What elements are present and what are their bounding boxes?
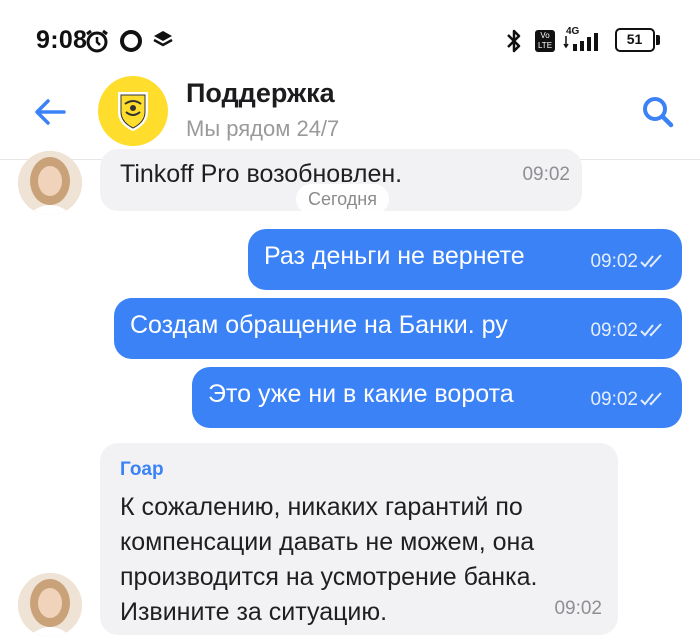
layers-icon — [153, 31, 173, 47]
message-line: К сожалению, никаких гарантий по — [120, 493, 523, 521]
message-bubble-outgoing[interactable]: Это уже ни в какие ворота 09:02 — [192, 367, 682, 428]
battery-tip — [656, 35, 660, 45]
agent-photo — [18, 573, 82, 637]
message-time: 09:02 — [590, 320, 638, 341]
message-text: Создам обращение на Банки. ру — [130, 311, 508, 339]
bluetooth-icon — [507, 29, 521, 53]
message-list[interactable]: Tinkoff Pro возобновлен. 09:02 Сегодня Р… — [0, 149, 700, 644]
chat-header: Поддержка Мы рядом 24/7 — [0, 70, 700, 160]
support-avatar[interactable] — [98, 76, 168, 146]
status-bar: 9:08 Vo LTE 4G 51 — [0, 0, 700, 70]
search-icon[interactable] — [638, 92, 678, 132]
read-check-icon — [640, 392, 662, 406]
chat-subtitle: Мы рядом 24/7 — [186, 116, 340, 141]
read-check-icon — [640, 254, 662, 268]
message-line: Извините за ситуацию. — [120, 598, 388, 626]
status-time: 9:08 — [36, 26, 88, 54]
message-time: 09:02 — [522, 164, 570, 185]
back-arrow-icon[interactable] — [30, 92, 70, 132]
message-bubble-outgoing[interactable]: Создам обращение на Банки. ру 09:02 — [114, 298, 682, 359]
circle-status-icon — [120, 30, 142, 52]
read-check-icon — [640, 323, 662, 337]
signal-icon — [563, 33, 598, 51]
battery-level: 51 — [626, 31, 643, 47]
date-separator: Сегодня — [296, 184, 389, 214]
message-bubble-outgoing[interactable]: Раз деньги не вернете 09:02 — [248, 229, 682, 290]
alarm-icon — [86, 29, 108, 53]
agent-avatar[interactable] — [18, 573, 82, 637]
message-text: Раз деньги не вернете — [264, 242, 525, 270]
chat-title: Поддержка — [186, 78, 335, 108]
volte-badge: Vo LTE — [535, 30, 555, 52]
message-bubble-incoming[interactable]: Гоар К сожалению, никаких гарантий по ко… — [100, 443, 618, 635]
message-text: К сожалению, никаких гарантий по компенс… — [120, 490, 537, 630]
message-text: Это уже ни в какие ворота — [208, 380, 514, 408]
message-time: 09:02 — [590, 251, 638, 272]
chat-screen: 9:08 Vo LTE 4G 51 Поддержка Мы рядом 24/… — [0, 0, 700, 644]
agent-avatar[interactable] — [18, 151, 82, 215]
sender-name: Гоар — [120, 459, 164, 480]
message-line: компенсации давать не можем, она — [120, 528, 535, 556]
message-time: 09:02 — [590, 389, 638, 410]
tinkoff-logo-icon — [118, 92, 148, 131]
agent-photo — [18, 151, 82, 215]
message-time: 09:02 — [554, 598, 602, 619]
battery-icon: 51 — [615, 28, 655, 52]
message-line: производится на усмотрение банка. — [120, 563, 538, 591]
